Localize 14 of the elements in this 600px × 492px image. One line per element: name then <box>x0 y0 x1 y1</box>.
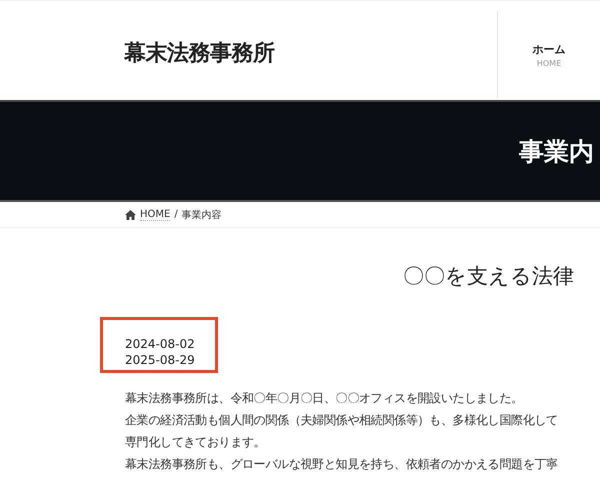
breadcrumb-link[interactable]: HOME <box>140 208 170 220</box>
site-logo[interactable]: 幕末法務事務所 <box>124 38 497 68</box>
page-title: 事業内 <box>519 136 594 168</box>
body-text: 専門化してきております。 <box>125 434 266 451</box>
section-heading: 〇〇を支える法律 <box>403 263 575 290</box>
post-date: 2025-08-29 <box>125 352 196 368</box>
breadcrumb-separator: / <box>174 209 178 220</box>
breadcrumb-current: 事業内容 <box>182 208 222 222</box>
body-text: 幕末法務事務所も、グローバルな視野と知見を持ち、依頼者のかかえる問題を丁寧 <box>125 456 559 473</box>
home-icon <box>125 210 136 220</box>
body-text: 企業の経済活動も個人間の関係（夫婦関係や相続関係等）も、多様化し国際化して <box>125 412 559 429</box>
body-text: 幕末法務事務所は、令和〇年〇月〇日、〇〇オフィスを開設いたしました。 <box>125 390 524 407</box>
nav-link[interactable]: ホーム HOME <box>497 11 600 98</box>
post-date: 2024-08-02 <box>125 336 196 352</box>
